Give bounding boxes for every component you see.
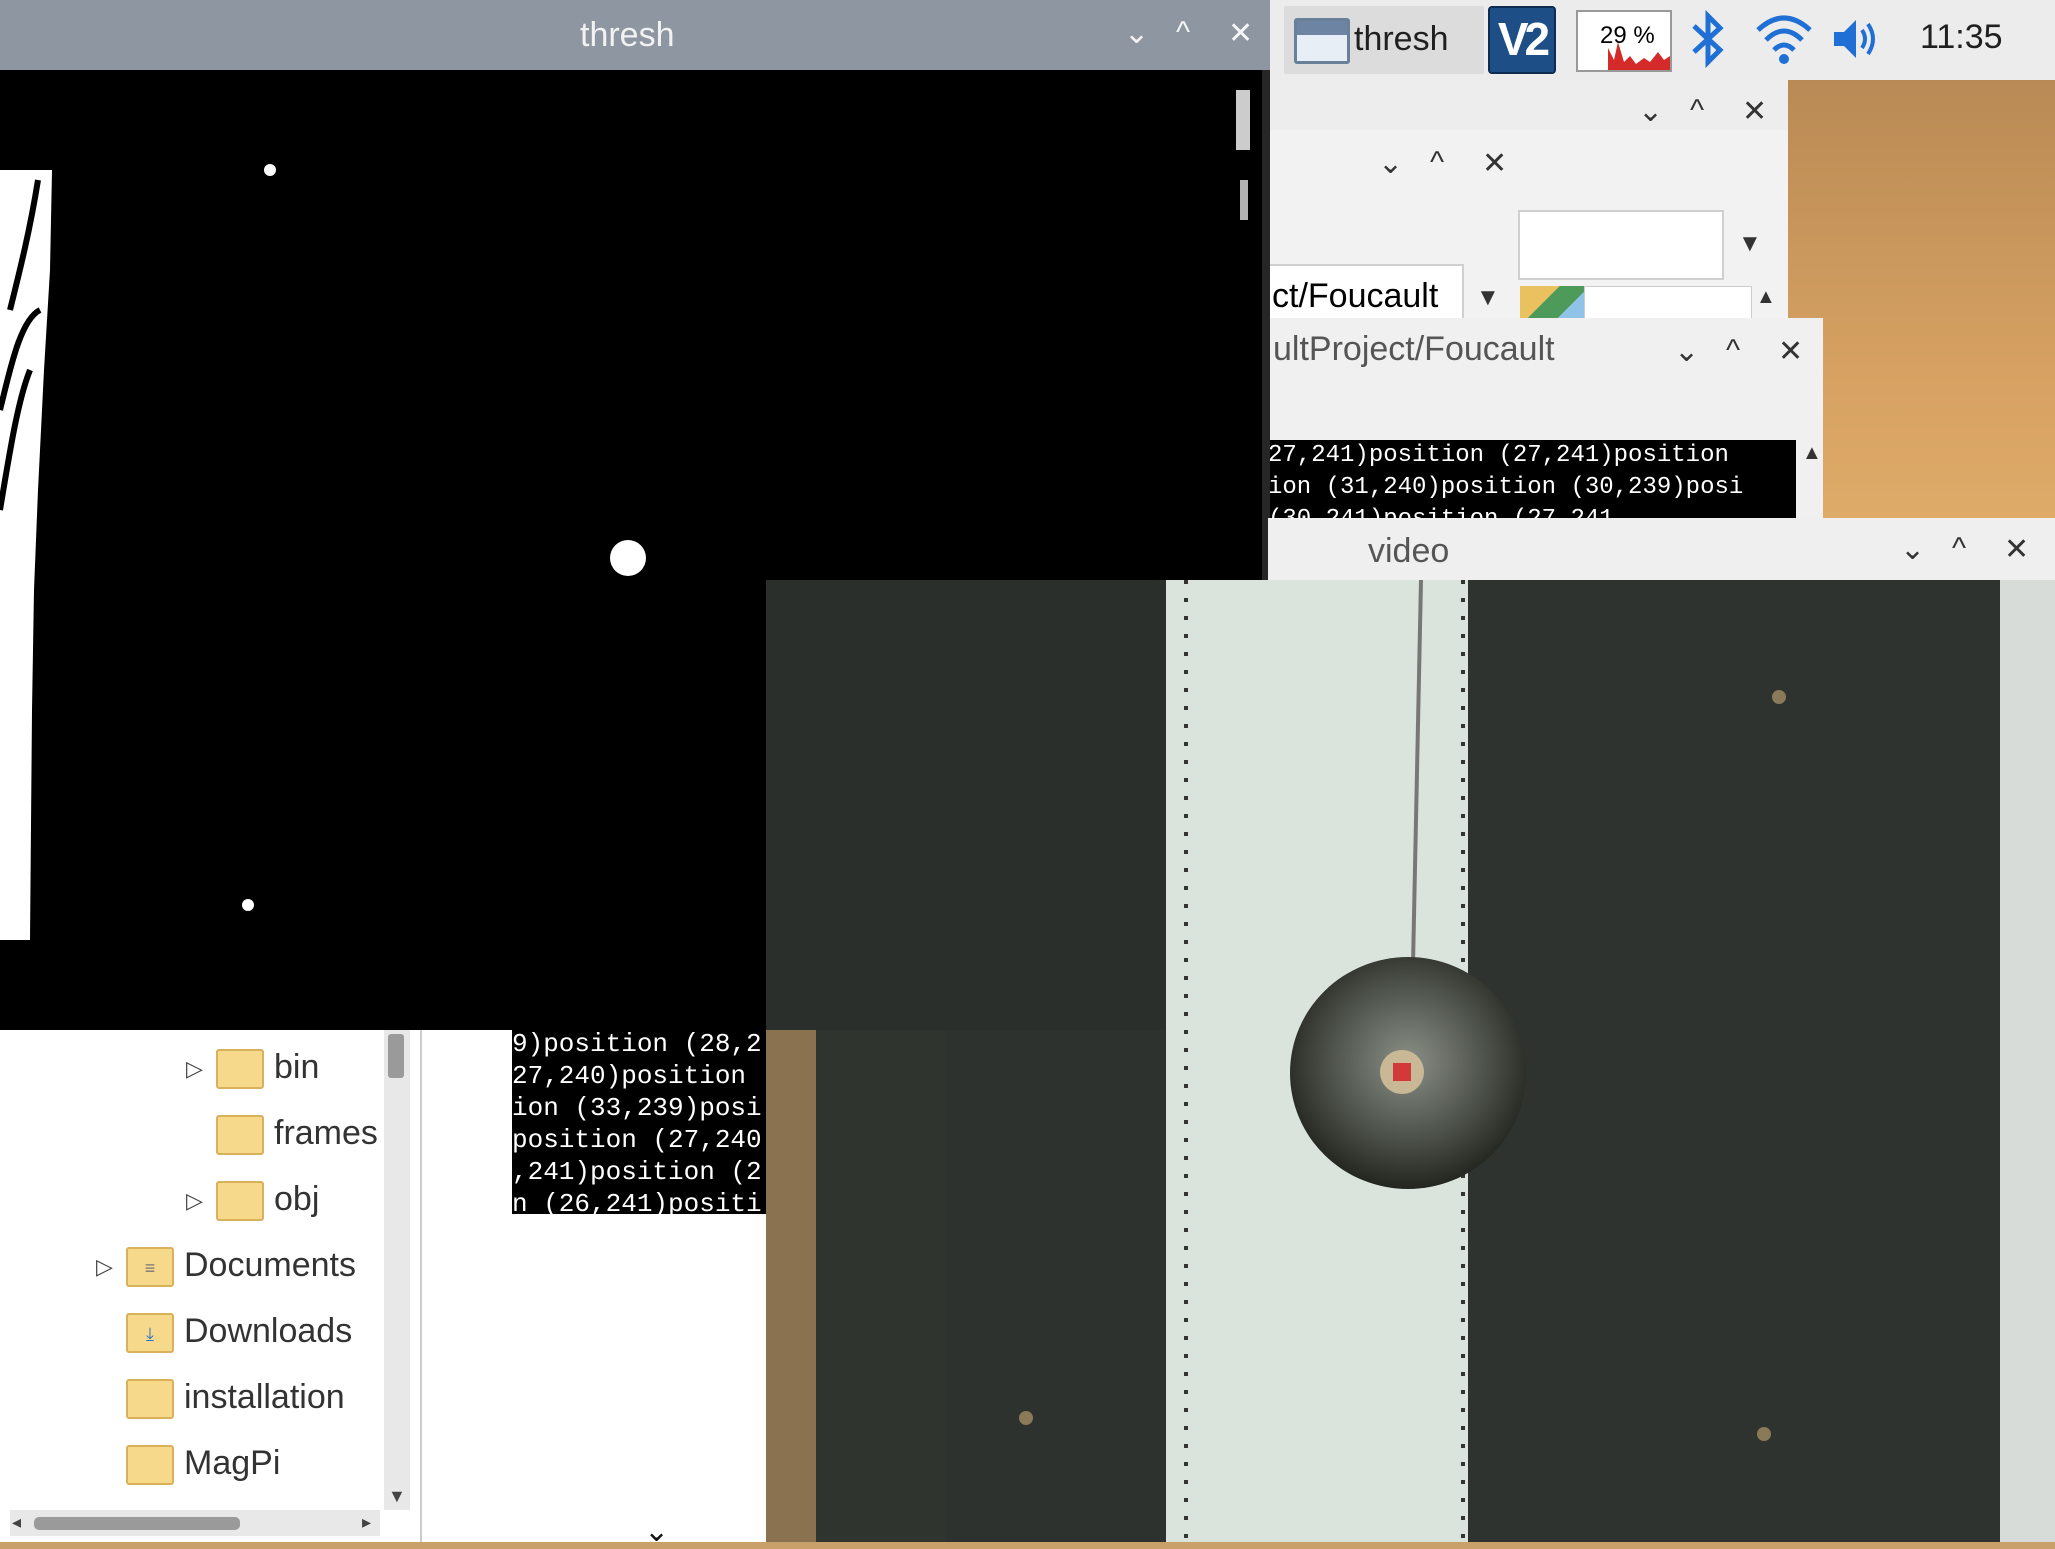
vnc-icon[interactable]: V2 bbox=[1488, 6, 1556, 74]
tree-item-obj[interactable]: ▷ obj bbox=[186, 1180, 319, 1236]
tree-item-downloads[interactable]: ⤓ Downloads bbox=[126, 1312, 352, 1368]
minimize-button[interactable]: ⌄ bbox=[1378, 146, 1403, 181]
tree-item-frames[interactable]: frames bbox=[216, 1114, 378, 1170]
terminal-line: ,241)position (2 bbox=[512, 1157, 762, 1187]
tree-item-bin[interactable]: ▷ bin bbox=[186, 1048, 319, 1104]
terminal-fragment: 9)position (28,2 27,240)position ion (33… bbox=[512, 1028, 767, 1214]
expand-arrow-icon[interactable]: ▷ bbox=[96, 1254, 126, 1280]
terminal-line: (30,241)position (27,241 bbox=[1268, 504, 1796, 518]
video-frame bbox=[766, 580, 2055, 1542]
taskbar-app-thresh[interactable]: thresh bbox=[1284, 6, 1484, 74]
tree-item-label: Documents bbox=[184, 1246, 356, 1284]
maximize-button[interactable]: ^ bbox=[1430, 146, 1444, 180]
minimize-button[interactable]: ⌄ bbox=[1124, 16, 1149, 51]
terminal-output: 27,241)position (27,241)position ion (31… bbox=[1268, 440, 1796, 518]
horizontal-scrollbar[interactable]: ◂ ▸ bbox=[10, 1510, 380, 1536]
video-titlebar[interactable]: video ⌄ ^ ✕ bbox=[1268, 518, 2055, 580]
terminal-line: ion (33,239)posi bbox=[512, 1093, 762, 1123]
window-title: ultProject/Foucault bbox=[1273, 330, 1555, 368]
location-combo[interactable] bbox=[1518, 210, 1724, 280]
thresh-titlebar[interactable]: thresh ⌄ ^ ✕ bbox=[0, 0, 1270, 70]
folder-icon bbox=[216, 1049, 264, 1090]
close-button[interactable]: ✕ bbox=[1778, 334, 1803, 369]
tree-item-label: frames bbox=[274, 1114, 378, 1152]
folder-icon bbox=[216, 1181, 264, 1222]
close-button[interactable]: ✕ bbox=[2004, 532, 2029, 567]
bluetooth-icon[interactable] bbox=[1688, 9, 1728, 81]
minimize-button[interactable]: ⌄ bbox=[1674, 334, 1699, 369]
expand-arrow-icon[interactable]: ▷ bbox=[186, 1188, 216, 1214]
documents-folder-icon: ≡ bbox=[126, 1247, 174, 1288]
window-icon bbox=[1294, 18, 1350, 64]
close-button[interactable]: ✕ bbox=[1228, 16, 1253, 51]
maximize-button[interactable]: ^ bbox=[1176, 16, 1190, 50]
wifi-icon[interactable] bbox=[1754, 10, 1814, 66]
window-title: video bbox=[1368, 532, 1450, 570]
maximize-button[interactable]: ^ bbox=[1690, 94, 1704, 128]
expand-arrow-icon[interactable]: ▷ bbox=[186, 1056, 216, 1082]
path-dropdown-icon[interactable]: ▼ bbox=[1476, 284, 1500, 312]
chevron-down-icon[interactable]: ⌄ bbox=[644, 1514, 669, 1549]
folder-icon bbox=[126, 1379, 174, 1420]
dropdown-arrow-icon[interactable]: ▼ bbox=[1738, 230, 1762, 258]
cpu-percent: 29 % bbox=[1600, 22, 1655, 49]
tree-item-label: obj bbox=[274, 1180, 320, 1218]
tree-item-installation[interactable]: installation bbox=[126, 1378, 345, 1434]
taskbar-app-label: thresh bbox=[1354, 20, 1449, 58]
file-manager-tree[interactable]: ▷ bin frames ▷ obj ▷ ≡ Documents ⤓ Downloads … bbox=[0, 1028, 422, 1542]
maximize-button[interactable]: ^ bbox=[1726, 334, 1740, 368]
scroll-up-icon[interactable]: ▲ bbox=[1756, 286, 1776, 309]
terminal-window[interactable]: ultProject/Foucault ⌄ ^ ✕ 27,241)positio… bbox=[1268, 318, 1823, 518]
scroll-down-icon[interactable]: ▼ bbox=[388, 1486, 406, 1507]
maximize-button[interactable]: ^ bbox=[1952, 532, 1966, 566]
terminal-line: position (27,240 bbox=[512, 1125, 762, 1155]
file-list-pane[interactable]: 9)position (28,2 27,240)position ion (33… bbox=[422, 1028, 767, 1548]
vertical-scrollbar[interactable]: ▼ bbox=[384, 1030, 410, 1510]
scrollbar-thumb[interactable] bbox=[388, 1034, 404, 1078]
minimize-button[interactable]: ⌄ bbox=[1900, 532, 1925, 567]
tree-item-documents[interactable]: ▷ ≡ Documents bbox=[96, 1246, 356, 1302]
cpu-monitor[interactable]: 29 % bbox=[1576, 10, 1672, 72]
volume-icon[interactable] bbox=[1830, 14, 1886, 64]
scroll-up-icon[interactable]: ▲ bbox=[1802, 442, 1822, 465]
folder-icon bbox=[126, 1445, 174, 1486]
tree-item-magpi[interactable]: MagPi bbox=[126, 1444, 280, 1500]
minimize-button[interactable]: ⌄ bbox=[1638, 94, 1663, 129]
background-window-2[interactable]: ⌄ ^ ✕ ▼ ct/Foucault ▼ ▲ bbox=[1268, 130, 1788, 330]
tree-item-label: MagPi bbox=[184, 1444, 281, 1482]
tree-item-label: Downloads bbox=[184, 1312, 353, 1350]
terminal-line: 27,241)position (27,241)position bbox=[1268, 442, 1729, 469]
terminal-line: 27,240)position bbox=[512, 1061, 747, 1091]
terminal-line: ion (31,240)position (30,239)posi bbox=[1268, 474, 1744, 501]
downloads-folder-icon: ⤓ bbox=[126, 1313, 174, 1354]
folder-icon bbox=[216, 1115, 264, 1156]
close-button[interactable]: ✕ bbox=[1482, 146, 1507, 181]
close-button[interactable]: ✕ bbox=[1742, 94, 1767, 129]
window-title: thresh bbox=[580, 16, 675, 54]
clock: 11:35 bbox=[1920, 18, 2003, 56]
terminal-line: 9)position (28,2 bbox=[512, 1029, 762, 1059]
tree-item-label: bin bbox=[274, 1048, 320, 1086]
tree-item-label: installation bbox=[184, 1378, 345, 1416]
terminal-line: n (26,241)positi bbox=[512, 1189, 762, 1214]
scrollbar-thumb[interactable] bbox=[34, 1517, 240, 1530]
scroll-right-icon[interactable]: ▸ bbox=[362, 1512, 371, 1533]
image-thumbnail bbox=[1520, 286, 1584, 322]
scroll-left-icon[interactable]: ◂ bbox=[12, 1512, 21, 1533]
